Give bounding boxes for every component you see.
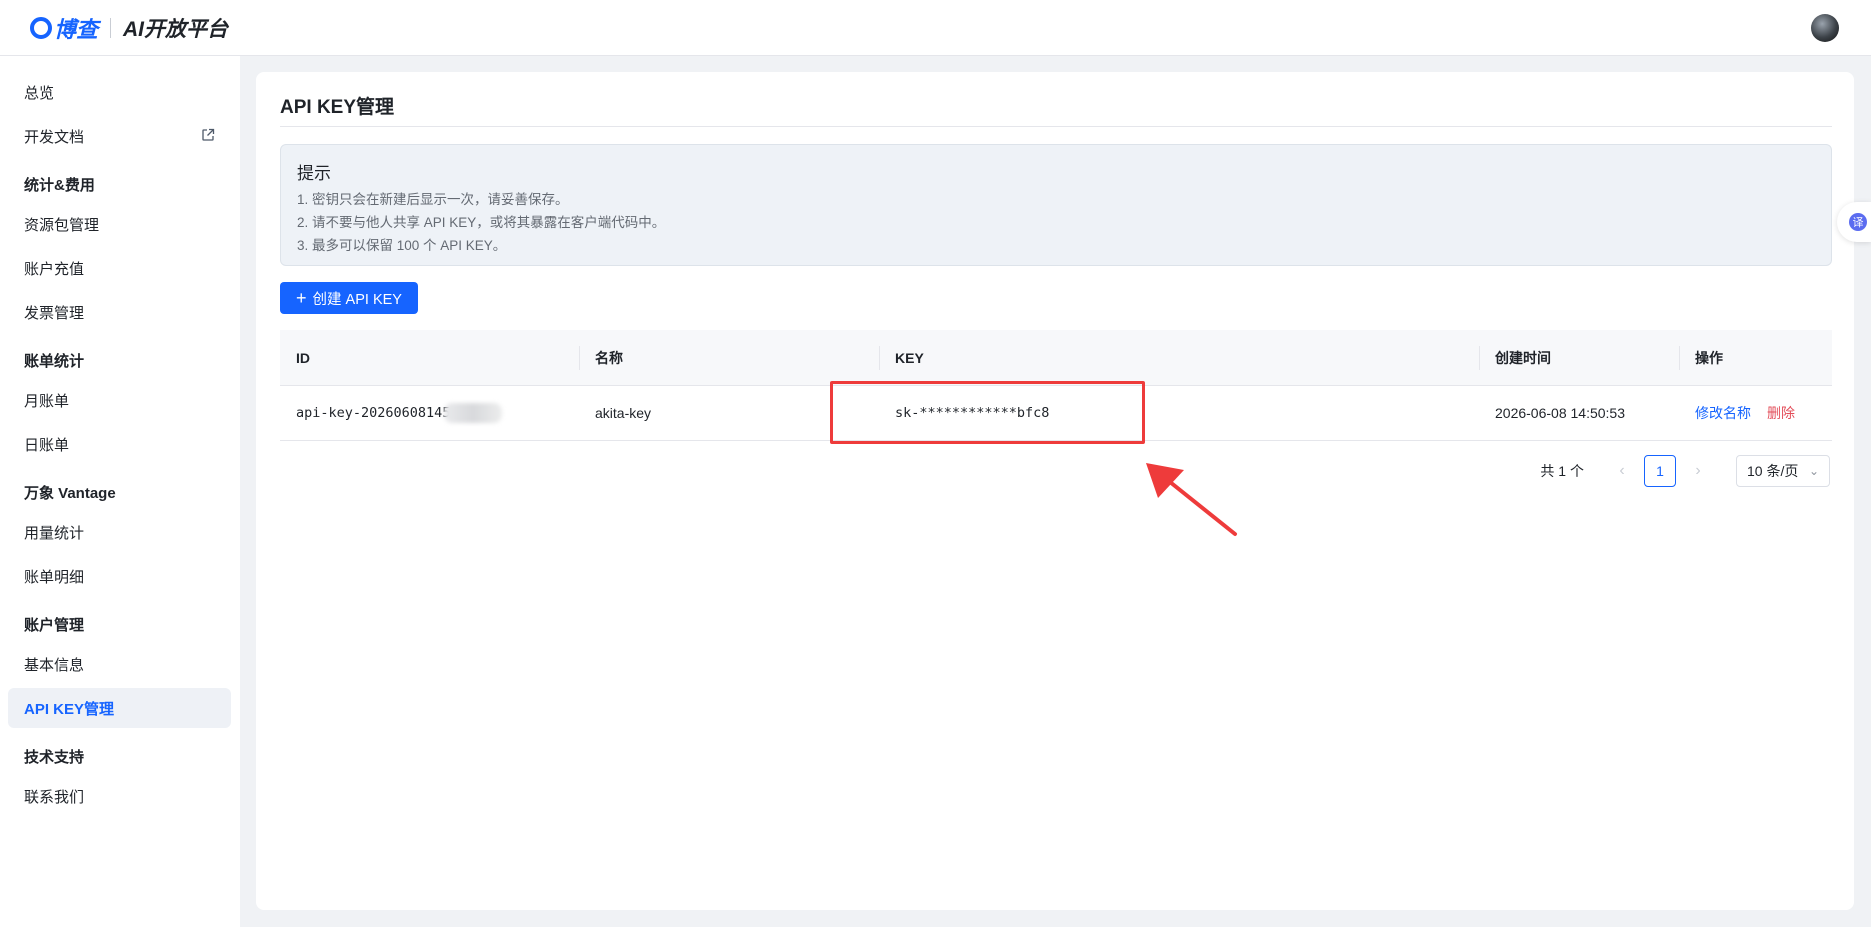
sidebar-item-label: 发票管理 [24,304,85,322]
column-header-actions: 操作 [1695,349,1723,366]
sidebar-item-recharge[interactable]: 账户充值 [8,248,231,288]
sidebar-item-label: 账单明细 [24,568,85,586]
title-divider [280,126,1832,127]
sidebar-group-bill-stats: 账单统计 [24,353,85,370]
column-header-key: KEY [895,349,924,366]
notice-title: 提示 [297,164,331,183]
key-created-time: 2026-06-08 14:50:53 [1495,405,1625,421]
brand-title: AI开放平台 [123,17,229,41]
delete-button[interactable]: 删除 [1767,403,1795,423]
chevron-down-icon: ⌄ [1808,464,1819,478]
sidebar-item-label: 账户充值 [24,260,85,278]
redacted-blur [444,403,503,423]
create-api-key-button[interactable]: + 创建 API KEY [280,282,418,314]
create-api-key-label: 创建 API KEY [312,291,402,308]
column-header-created: 创建时间 [1495,349,1551,366]
translate-icon: 译 [1849,213,1867,231]
sidebar: 总览 开发文档 统计&费用 资源包管理 账户充值 发票管理 账单统计 月账单 日… [0,56,240,927]
external-link-icon [202,128,215,141]
sidebar-group-account: 账户管理 [24,617,85,634]
sidebar-item-overview[interactable]: 总览 [8,72,231,112]
top-bar: 博查 AI开放平台 [0,0,1871,56]
sidebar-item-basic-info[interactable]: 基本信息 [8,644,231,684]
sidebar-item-label: 月账单 [24,392,70,410]
pagination-total: 共 1 个 [1540,463,1584,479]
page-number-current[interactable]: 1 [1644,455,1676,487]
sidebar-item-bill-details[interactable]: 账单明细 [8,556,231,596]
next-page-icon[interactable]: › [1682,462,1714,480]
annotation-arrow-icon [1146,463,1237,536]
column-header-name: 名称 [595,349,623,366]
sidebar-item-label: 联系我们 [24,788,85,806]
sidebar-item-label: 用量统计 [24,524,85,542]
sidebar-item-resource-packs[interactable]: 资源包管理 [8,204,231,244]
sidebar-item-usage-stats[interactable]: 用量统计 [8,512,231,552]
pagination: 共 1 个 ‹ 1 › 10 条/页 ⌄ [1540,455,1830,487]
sidebar-item-api-keys[interactable]: API KEY管理 [8,688,231,728]
sidebar-item-label: API KEY管理 [24,700,115,718]
main-panel: API KEY管理 提示 1. 密钥只会在新建后显示一次，请妥善保存。 2. 请… [256,72,1854,910]
sidebar-item-label: 开发文档 [24,128,85,146]
notice-box: 提示 1. 密钥只会在新建后显示一次，请妥善保存。 2. 请不要与他人共享 AP… [280,144,1832,266]
key-name: akita-key [595,405,652,421]
brand-logo: 博查 [30,12,98,44]
plus-icon: + [296,288,307,308]
sidebar-item-daily-bill[interactable]: 日账单 [8,424,231,464]
sidebar-item-label: 资源包管理 [24,216,100,234]
notice-line: 3. 最多可以保留 100 个 API KEY。 [297,238,507,253]
row-actions: 修改名称 删除 [1695,386,1795,440]
sidebar-item-contact[interactable]: 联系我们 [8,776,231,816]
annotation-highlight-box [830,381,1145,444]
page-size-select[interactable]: 10 条/页 ⌄ [1736,455,1830,487]
sidebar-item-label: 总览 [24,84,55,102]
sidebar-group-support: 技术支持 [24,749,85,766]
sidebar-item-docs[interactable]: 开发文档 [8,116,231,156]
column-header-id: ID [296,349,310,366]
column-divider [879,346,880,370]
page-title: API KEY管理 [280,97,395,118]
prev-page-icon[interactable]: ‹ [1606,462,1638,480]
rename-button[interactable]: 修改名称 [1695,403,1751,423]
logo-icon [30,16,52,39]
table-header: ID 名称 KEY 创建时间 操作 [280,330,1832,386]
brand-divider [110,17,112,38]
user-avatar[interactable] [1811,14,1839,42]
sidebar-item-label: 日账单 [24,436,70,454]
sidebar-group-stats-billing: 统计&费用 [24,177,95,194]
sidebar-item-monthly-bill[interactable]: 月账单 [8,380,231,420]
sidebar-item-invoices[interactable]: 发票管理 [8,292,231,332]
key-id-cell: api-key-20260608145 [296,386,503,440]
sidebar-item-label: 基本信息 [24,656,85,674]
notice-line: 2. 请不要与他人共享 API KEY，或将其暴露在客户端代码中。 [297,215,666,230]
translate-float-button[interactable]: 译 [1837,202,1871,242]
page-size-value: 10 条/页 [1747,463,1799,479]
notice-line: 1. 密钥只会在新建后显示一次，请妥善保存。 [297,192,569,207]
column-divider [1479,346,1480,370]
column-divider [579,346,580,370]
sidebar-group-vantage: 万象 Vantage [24,485,116,502]
logo-text: 博查 [54,16,99,42]
brand[interactable]: 博查 AI开放平台 [30,12,228,44]
column-divider [1679,346,1680,370]
key-id: api-key-20260608145 [296,405,451,421]
